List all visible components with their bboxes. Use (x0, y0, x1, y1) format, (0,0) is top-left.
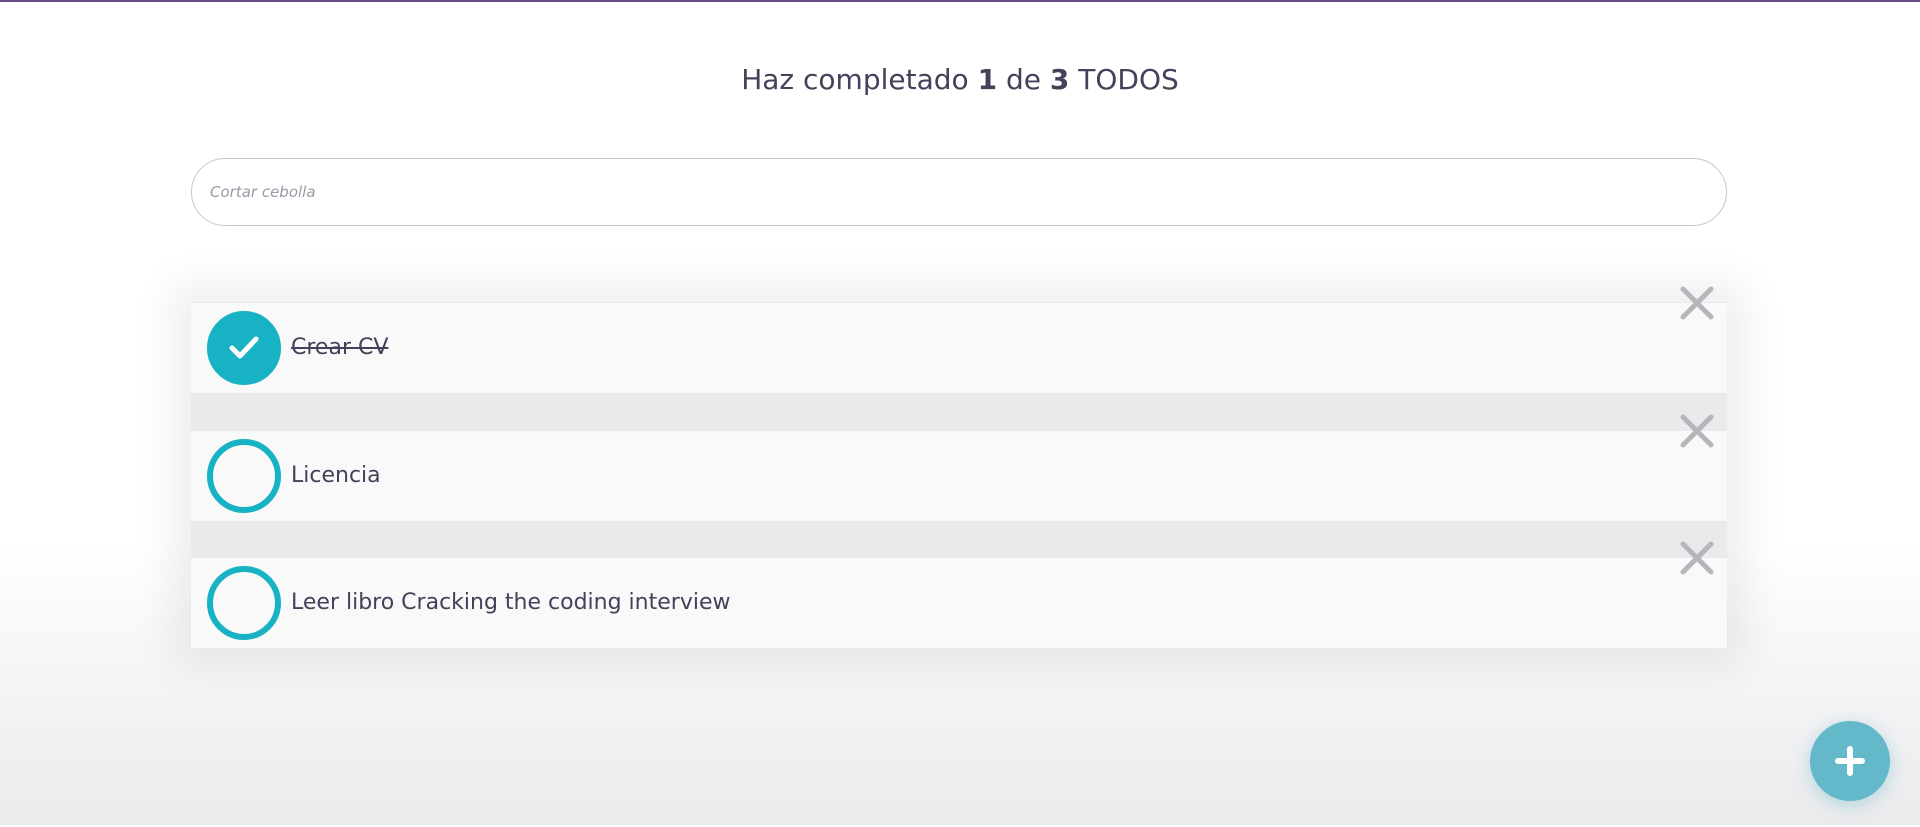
todo-toggle-checkbox[interactable] (207, 439, 281, 513)
delete-todo-button[interactable] (1677, 538, 1717, 578)
close-icon (1680, 541, 1714, 575)
todo-item: Licencia (191, 414, 1727, 521)
delete-todo-button[interactable] (1677, 411, 1717, 451)
todo-item: Leer libro Cracking the coding interview (191, 541, 1727, 648)
todo-label: Crear CV (291, 335, 389, 360)
new-todo-input[interactable] (191, 158, 1727, 226)
add-todo-button[interactable] (1810, 721, 1890, 801)
page-title: Haz completado 1 de 3 TODOS (0, 60, 1920, 100)
todo-item: Crear CV (191, 286, 1727, 393)
todo-label: Leer libro Cracking the coding interview (291, 590, 731, 615)
todo-toggle-checkbox[interactable] (207, 311, 281, 385)
title-suffix: TODOS (1078, 63, 1179, 96)
plus-icon (1835, 746, 1865, 776)
close-icon (1680, 286, 1714, 320)
delete-todo-button[interactable] (1677, 283, 1717, 323)
title-prefix: Haz completado (741, 63, 969, 96)
todo-label: Licencia (291, 463, 381, 488)
completed-count: 1 (977, 63, 998, 96)
page-background: Haz completado 1 de 3 TODOS Crear CV Lic… (0, 2, 1920, 825)
todo-toggle-checkbox[interactable] (207, 566, 281, 640)
close-icon (1680, 414, 1714, 448)
title-middle: de (1005, 63, 1041, 96)
check-icon (229, 336, 259, 359)
total-count: 3 (1049, 63, 1070, 96)
